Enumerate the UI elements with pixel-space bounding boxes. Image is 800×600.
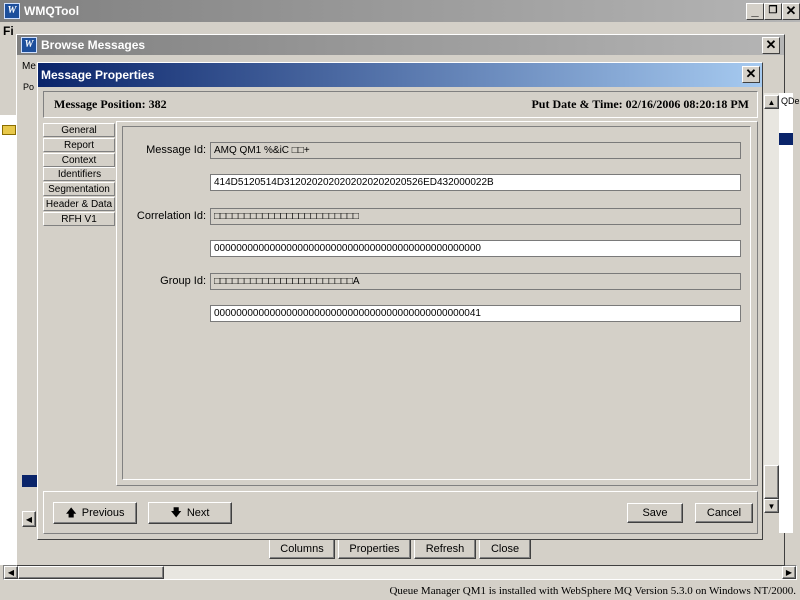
correlation-id-label: Correlation Id:	[136, 210, 206, 222]
identifiers-panel: Message Id: AMQ QM1 %&iC □□+ 414D5120514…	[116, 121, 758, 486]
scroll-right-arrow[interactable]: ▶	[782, 566, 796, 579]
save-button[interactable]: Save	[627, 503, 683, 523]
browse-scroll-down[interactable]: ▼	[764, 499, 779, 513]
message-id-label: Message Id:	[146, 144, 206, 156]
group-id-hex-field[interactable]: 0000000000000000000000000000000000000000…	[210, 305, 741, 322]
message-id-hex-field[interactable]: 414D5120514D3120202020202020202020526ED4…	[210, 174, 741, 191]
group-id-text-field: □□□□□□□□□□□□□□□□□□□□□□□A	[210, 273, 741, 290]
wmq-app-icon: W	[4, 3, 20, 19]
correlation-id-text-field: □□□□□□□□□□□□□□□□□□□□□□□□	[210, 208, 741, 225]
properties-button[interactable]: Properties	[338, 539, 411, 559]
cancel-button[interactable]: Cancel	[695, 503, 753, 523]
browse-window-title: Browse Messages	[41, 38, 146, 52]
selected-row-right	[779, 133, 793, 145]
status-bar: Queue Manager QM1 is installed with WebS…	[0, 582, 800, 600]
next-label: Next	[186, 507, 210, 519]
dialog-titlebar: Message Properties ✕	[38, 63, 762, 87]
close-button[interactable]: Close	[479, 539, 531, 559]
main-window-title: WMQTool	[24, 4, 80, 18]
browse-tab-partial: Me	[22, 61, 36, 72]
message-id-text-field: AMQ QM1 %&iC □□+	[210, 142, 741, 159]
status-text: Queue Manager QM1 is installed with WebS…	[389, 585, 796, 597]
previous-label: Previous	[81, 507, 125, 519]
close-dialog-button[interactable]: ✕	[742, 66, 760, 83]
close-browse-button[interactable]: ✕	[762, 37, 780, 54]
browse-left-scroll-arrow[interactable]: ◀	[22, 511, 36, 527]
browse-col-right-partial: QDe	[781, 96, 800, 106]
refresh-button[interactable]: Refresh	[414, 539, 476, 559]
previous-button[interactable]: 🡅 Previous	[53, 502, 137, 524]
browse-col-left-partial: Po	[23, 82, 35, 92]
message-position: Message Position: 382	[54, 97, 167, 111]
dialog-button-panel: 🡅 Previous 🡇 Next Save Cancel	[43, 491, 758, 534]
scroll-thumb[interactable]	[18, 566, 164, 579]
browse-scroll-up[interactable]: ▲	[764, 95, 779, 109]
main-horizontal-scrollbar[interactable]: ◀ ▶	[3, 565, 797, 580]
browse-scroll-thumb[interactable]	[764, 465, 779, 499]
main-titlebar: W WMQTool _ ❐ ✕	[0, 0, 800, 22]
put-date-time: Put Date & Time: 02/16/2006 08:20:18 PM	[531, 97, 749, 111]
message-properties-dialog: Message Properties ✕ Message Position: 3…	[37, 62, 763, 540]
next-button[interactable]: 🡇 Next	[148, 502, 232, 524]
browse-window-icon: W	[21, 37, 37, 53]
browse-titlebar: W Browse Messages ✕	[17, 35, 784, 55]
minimize-button[interactable]: _	[746, 3, 764, 20]
tab-header-data[interactable]: Header & Data	[43, 197, 115, 211]
restore-button[interactable]: ❐	[764, 3, 782, 20]
browse-right-list	[779, 93, 793, 533]
scroll-left-arrow[interactable]: ◀	[4, 566, 18, 579]
folder-icon	[2, 125, 16, 135]
arrow-up-icon: 🡅	[65, 506, 77, 519]
columns-button[interactable]: Columns	[269, 539, 335, 559]
tab-identifiers[interactable]: Identifiers	[43, 167, 115, 181]
header-info-panel: Message Position: 382 Put Date & Time: 0…	[43, 91, 758, 118]
tab-segmentation[interactable]: Segmentation	[43, 182, 115, 196]
arrow-down-icon: 🡇	[170, 506, 182, 519]
browse-vertical-scrollbar[interactable]: ▲ ▼	[764, 93, 779, 513]
close-main-button[interactable]: ✕	[782, 3, 800, 20]
tab-general[interactable]: General	[43, 123, 115, 137]
dialog-title: Message Properties	[41, 68, 155, 82]
correlation-id-hex-field[interactable]: 0000000000000000000000000000000000000000…	[210, 240, 741, 257]
group-id-label: Group Id:	[160, 275, 206, 287]
menu-file[interactable]: Fi	[3, 24, 14, 38]
